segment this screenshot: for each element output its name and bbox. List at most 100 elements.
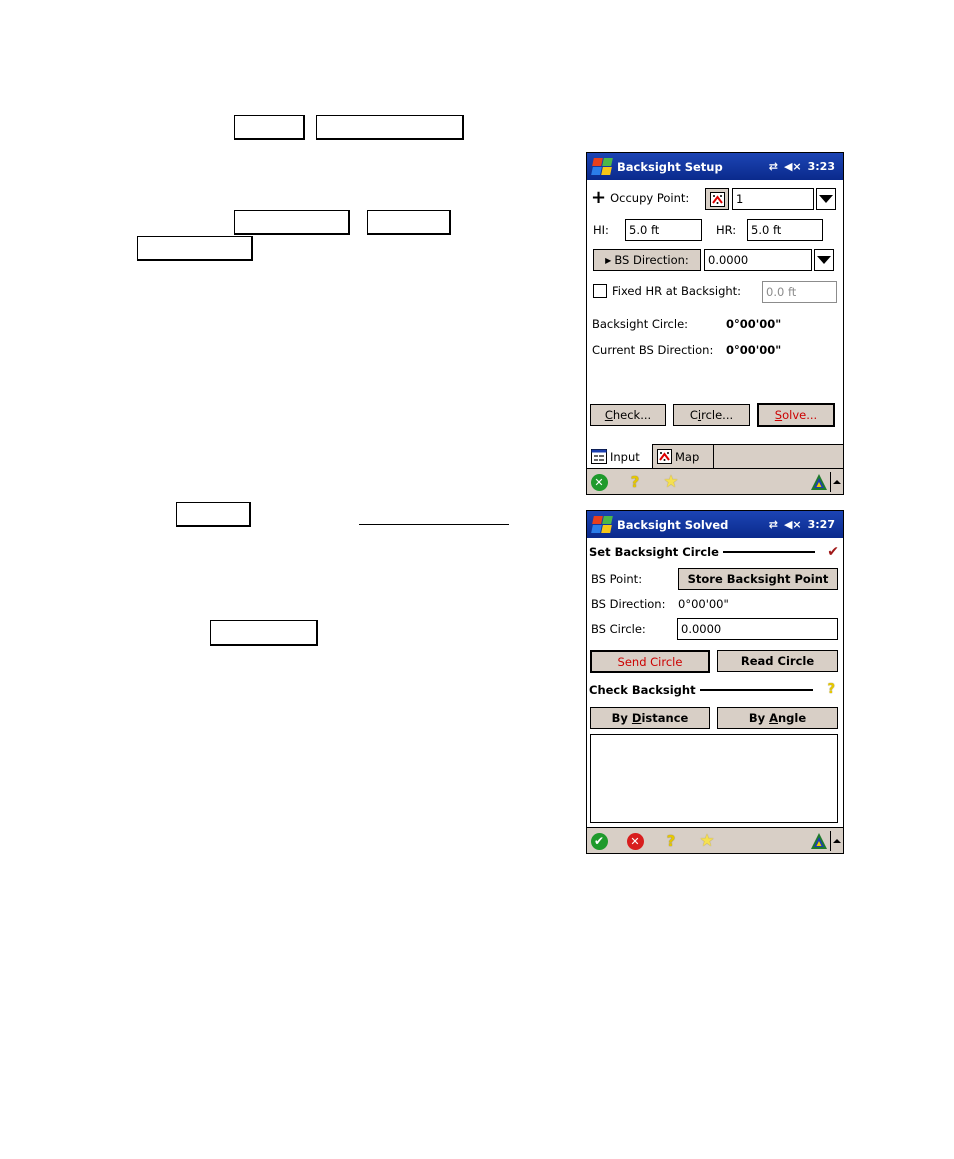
favorites-icon[interactable]: ★ — [698, 831, 716, 851]
checkmark-icon: ✔ — [827, 544, 839, 560]
bs-direction-button[interactable]: ▶ BS Direction: — [593, 249, 701, 271]
help-icon[interactable]: ? — [827, 682, 835, 697]
set-backsight-circle-header: Set Backsight Circle ✔ — [589, 544, 839, 560]
bs-circle-label: BS Circle: — [591, 622, 646, 636]
bs-direction-label: BS Direction: — [591, 597, 666, 611]
input-panel[interactable] — [810, 831, 841, 851]
circle-label-pre: C — [689, 408, 698, 422]
favorites-icon[interactable]: ★ — [662, 472, 680, 492]
plus-icon[interactable]: + — [591, 189, 606, 207]
fixed-hr-checkbox[interactable] — [593, 284, 607, 298]
connectivity-icon[interactable]: ⇄ — [769, 518, 778, 531]
store-backsight-point-button[interactable]: Store Backsight Point — [678, 568, 838, 590]
tab-input-label: Input — [610, 449, 640, 464]
help-icon[interactable]: ? — [662, 832, 680, 850]
callout-box-7 — [210, 620, 318, 646]
cancel-icon: ✕ — [626, 832, 644, 850]
bs-direction-button-label: BS Direction: — [614, 253, 689, 267]
occupy-point-label: Occupy Point: — [610, 191, 690, 205]
bs-direction-input[interactable]: 0.0000 — [704, 249, 812, 271]
backsight-circle-value: 0°00'00" — [726, 317, 782, 331]
solve-mnemonic: S — [774, 408, 783, 422]
callout-box-4 — [367, 210, 451, 235]
tab-map[interactable]: Map — [653, 444, 714, 469]
by-distance-mnemonic: D — [631, 711, 642, 725]
clock[interactable]: 3:27 — [808, 518, 835, 531]
by-distance-button[interactable]: By Distance — [590, 707, 710, 729]
by-distance-pre: By — [611, 711, 632, 725]
hr-label: HR: — [716, 223, 737, 237]
map-icon — [657, 449, 672, 464]
occupy-point-dropdown[interactable] — [816, 188, 836, 210]
connectivity-icon[interactable]: ⇄ — [769, 160, 778, 173]
bs-circle-input[interactable]: 0.0000 — [677, 618, 838, 640]
chevron-up-icon[interactable] — [833, 839, 841, 843]
volume-muted-icon[interactable]: ◀× — [784, 518, 802, 531]
by-angle-pre: By — [748, 711, 770, 725]
window-title: Backsight Solved — [617, 517, 729, 532]
map-pick-button[interactable] — [705, 188, 729, 210]
bs-direction-dropdown[interactable] — [814, 249, 834, 271]
tab-map-label: Map — [675, 449, 700, 464]
backsight-setup-screen: Backsight Setup ⇄ ◀× 3:23 + Occupy Point… — [586, 152, 844, 495]
callout-box-2 — [316, 115, 464, 140]
window-title: Backsight Setup — [617, 159, 723, 174]
check-label: heck... — [612, 408, 652, 422]
map-icon — [709, 191, 725, 207]
current-bs-direction-label: Current BS Direction: — [592, 343, 714, 357]
by-distance-label: istance — [641, 711, 689, 725]
check-button[interactable]: Check... — [590, 404, 666, 426]
solve-label: olve... — [782, 408, 818, 422]
windows-start-icon[interactable] — [589, 156, 613, 178]
carlson-logo-icon — [811, 833, 827, 849]
input-form-icon — [591, 449, 607, 464]
separator — [830, 472, 831, 492]
callout-box-6 — [176, 502, 251, 527]
cancel-button[interactable]: ✕ — [626, 832, 644, 850]
chevron-down-icon — [817, 256, 831, 264]
tab-input[interactable]: Input — [587, 444, 653, 469]
clock[interactable]: 3:23 — [808, 160, 835, 173]
bottom-toolbar: ✕ ? ★ — [587, 468, 843, 494]
solve-button[interactable]: Solve... — [757, 403, 835, 427]
callout-box-5 — [137, 236, 253, 261]
occupy-point-input[interactable]: 1 — [732, 188, 814, 210]
close-icon: ✕ — [590, 473, 608, 491]
callout-box-1 — [234, 115, 305, 140]
circle-button[interactable]: Ci rcle... — [673, 404, 750, 426]
bs-point-label: BS Point: — [591, 572, 643, 586]
title-bar: Backsight Solved ⇄ ◀× 3:27 — [587, 511, 843, 538]
send-circle-button[interactable]: Send Circle — [590, 650, 710, 673]
by-angle-label: ngle — [778, 711, 807, 725]
separator — [830, 831, 831, 851]
ok-button[interactable]: ✔ — [590, 832, 608, 850]
read-circle-button[interactable]: Read Circle — [717, 650, 838, 672]
tab-bar: Input Map — [587, 444, 843, 469]
results-text-area[interactable] — [590, 734, 838, 823]
bottom-toolbar: ✔ ✕ ? ★ — [587, 827, 843, 853]
volume-muted-icon[interactable]: ◀× — [784, 160, 802, 173]
windows-start-icon[interactable] — [589, 514, 613, 536]
check-backsight-header: Check Backsight ? — [589, 682, 839, 697]
hi-input[interactable]: 5.0 ft — [625, 219, 702, 241]
chevron-down-icon — [819, 195, 833, 203]
by-angle-button[interactable]: By Angle — [717, 707, 838, 729]
backsight-solved-screen: Backsight Solved ⇄ ◀× 3:27 Set Backsight… — [586, 510, 844, 854]
callout-box-3 — [234, 210, 350, 235]
help-icon[interactable]: ? — [626, 473, 644, 491]
hr-input[interactable]: 5.0 ft — [747, 219, 823, 241]
check-backsight-title: Check Backsight — [589, 682, 696, 697]
current-bs-direction-value: 0°00'00" — [726, 343, 782, 357]
ok-icon: ✔ — [590, 832, 608, 850]
by-angle-mnemonic: A — [769, 711, 778, 725]
chevron-up-icon[interactable] — [833, 480, 841, 484]
section-divider — [699, 688, 813, 691]
close-button[interactable]: ✕ — [590, 473, 608, 491]
check-mnemonic: C — [604, 408, 613, 422]
title-bar: Backsight Setup ⇄ ◀× 3:23 — [587, 153, 843, 180]
section-divider — [722, 551, 815, 553]
fixed-hr-label: Fixed HR at Backsight: — [612, 284, 742, 298]
carlson-logo-icon — [811, 474, 827, 490]
input-panel[interactable] — [810, 472, 841, 492]
expand-arrow-icon: ▶ — [605, 255, 612, 265]
